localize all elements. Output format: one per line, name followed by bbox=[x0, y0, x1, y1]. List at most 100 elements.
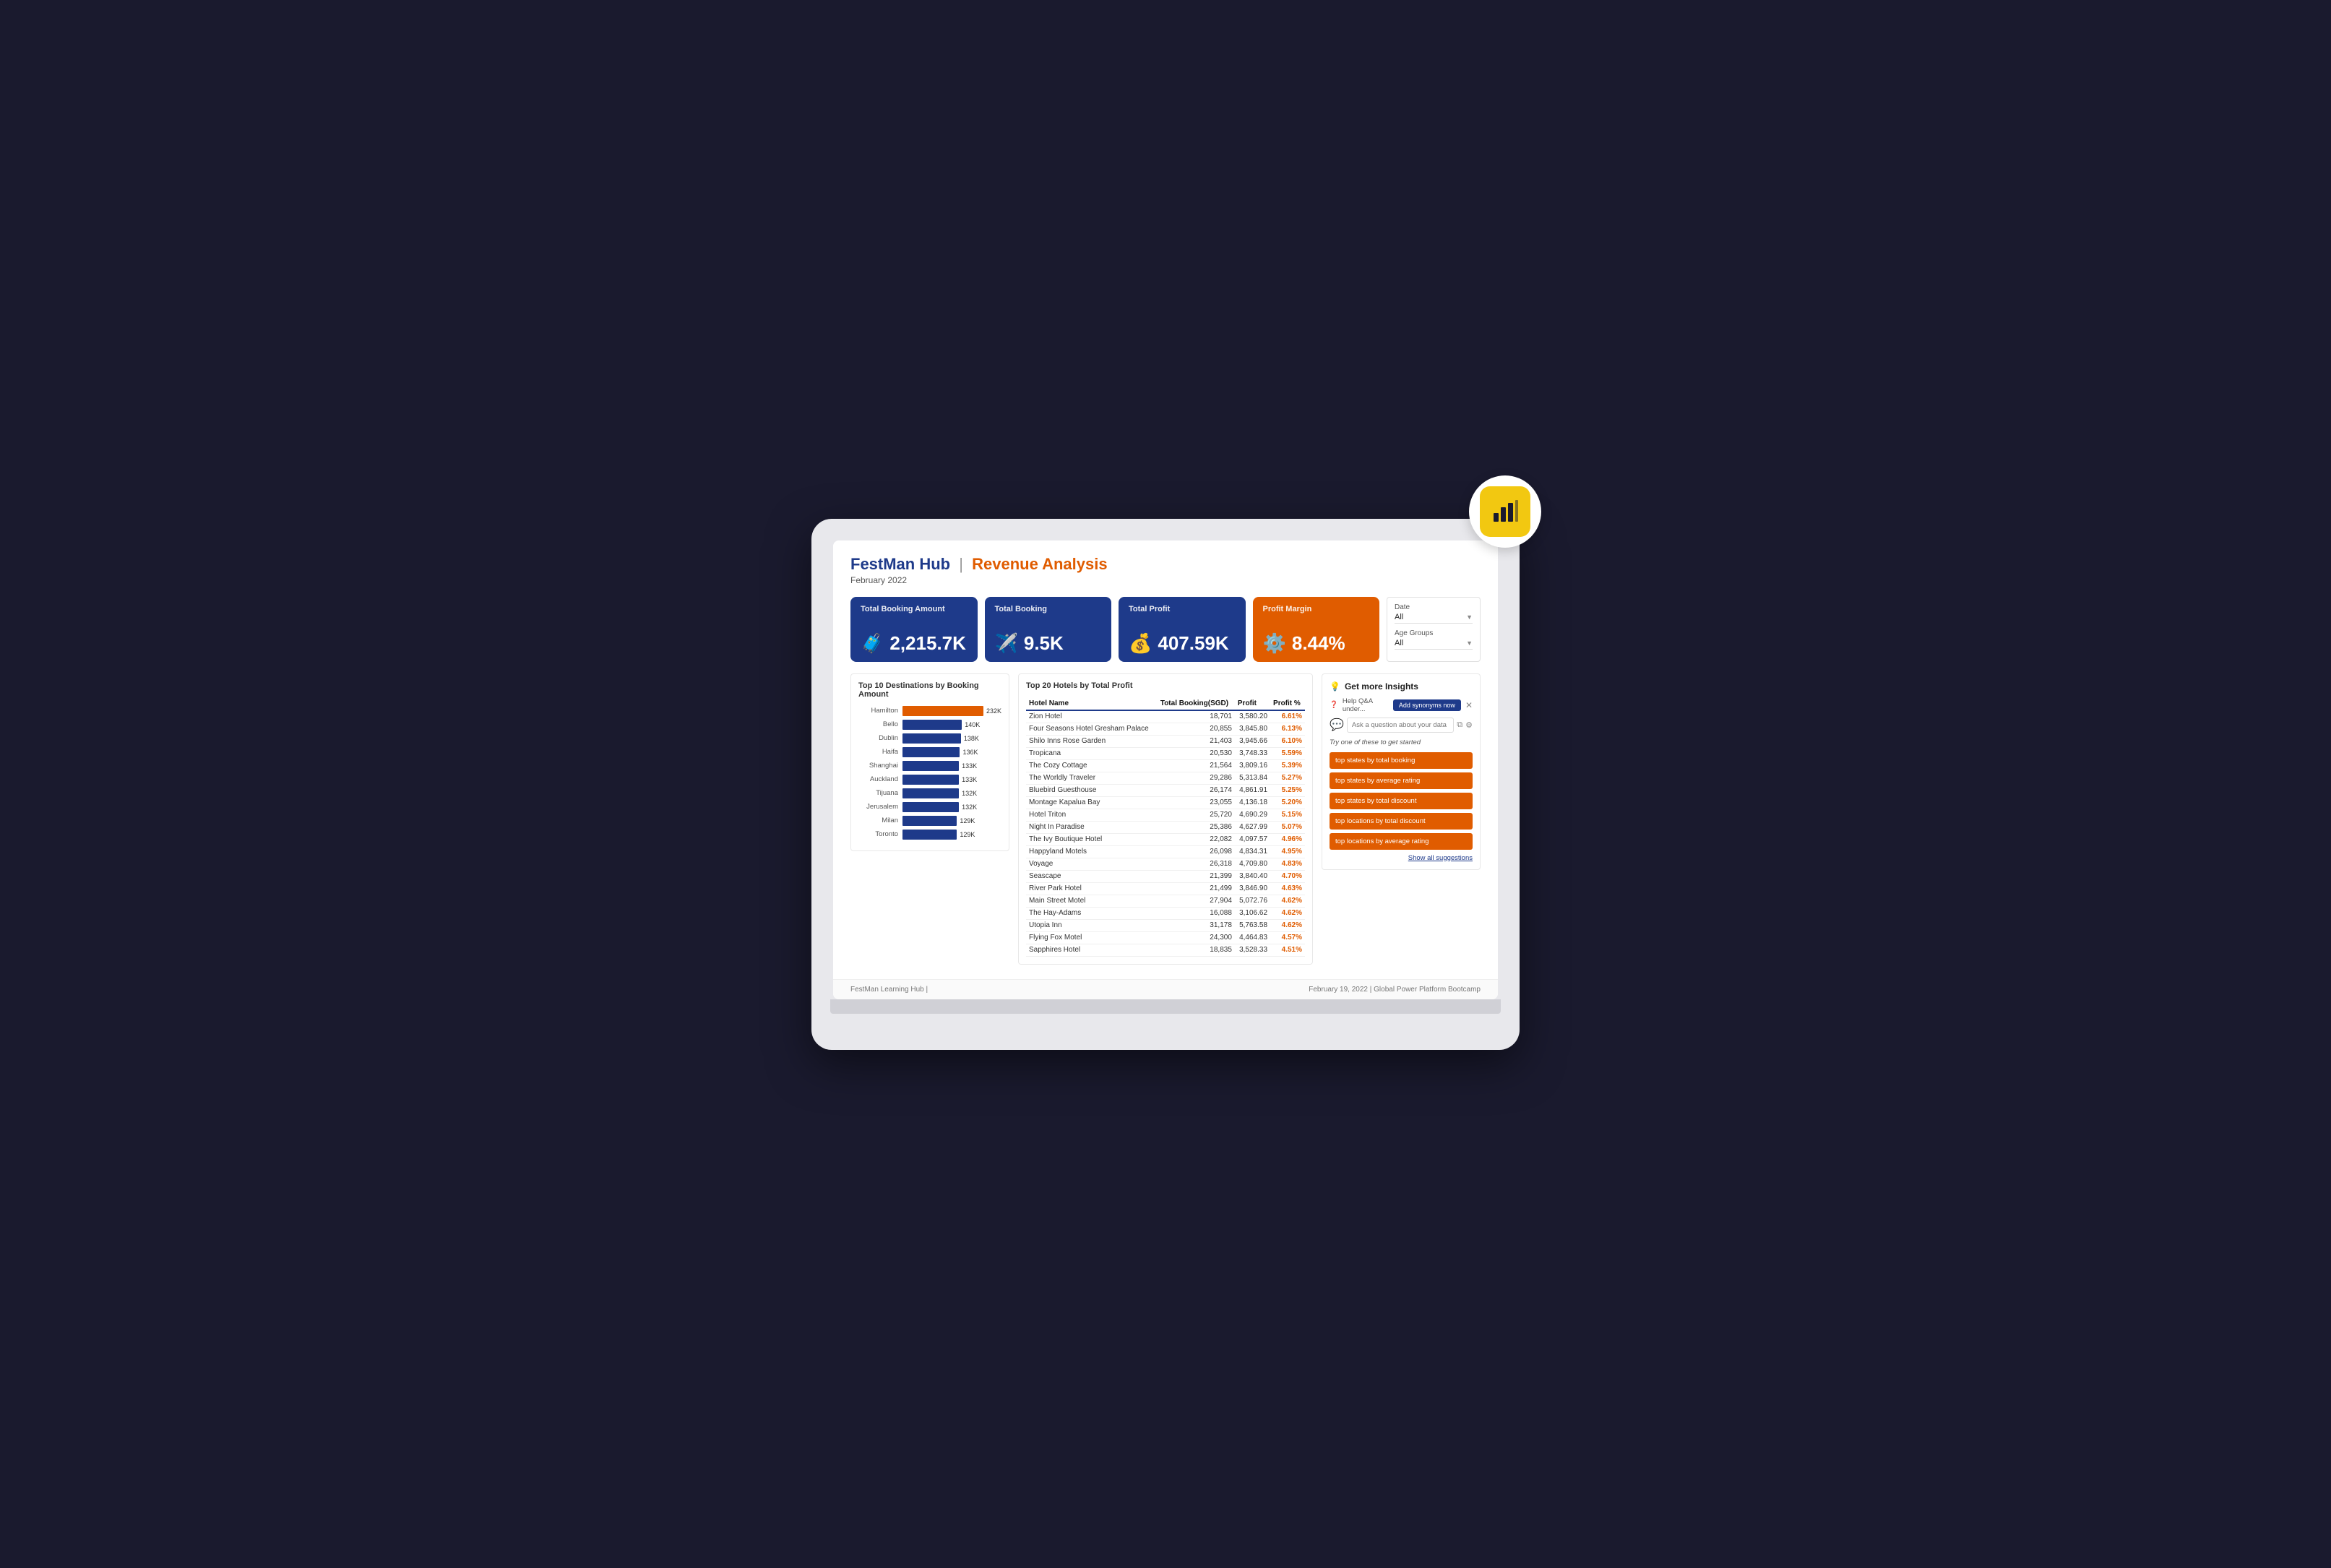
bar-container: 138K bbox=[902, 733, 1001, 744]
hotel-profit-pct: 4.51% bbox=[1270, 944, 1305, 956]
hotel-profit: 3,846.90 bbox=[1235, 882, 1270, 895]
kpi-profit-margin: Profit Margin ⚙️ 8.44% bbox=[1253, 597, 1380, 662]
hotel-profit-pct: 4.57% bbox=[1270, 931, 1305, 944]
close-button[interactable]: ✕ bbox=[1465, 700, 1473, 710]
bar-row: Toronto 129K bbox=[858, 830, 1001, 840]
footer: FestMan Learning Hub | February 19, 2022… bbox=[833, 979, 1498, 999]
chevron-down-icon: ▼ bbox=[1466, 613, 1473, 621]
hotel-profit: 5,313.84 bbox=[1235, 772, 1270, 784]
bar bbox=[902, 706, 983, 716]
kpi-value-0: 🧳 2,215.7K bbox=[861, 632, 968, 655]
qna-text: Help Q&A under... bbox=[1343, 697, 1389, 713]
kpi-total-profit: Total Profit 💰 407.59K bbox=[1119, 597, 1246, 662]
table-title: Top 20 Hotels by Total Profit bbox=[1026, 681, 1305, 690]
bar bbox=[902, 720, 962, 730]
hotel-profit-pct: 5.27% bbox=[1270, 772, 1305, 784]
bar bbox=[902, 830, 957, 840]
power-bi-icon bbox=[1480, 486, 1530, 537]
hotel-name: Main Street Motel bbox=[1026, 895, 1158, 907]
bar-container: 129K bbox=[902, 830, 1001, 840]
bar bbox=[902, 816, 957, 826]
hotel-profit-pct: 4.62% bbox=[1270, 895, 1305, 907]
insight-suggestion-button[interactable]: top locations by total discount bbox=[1330, 813, 1473, 830]
laptop-bottom bbox=[830, 999, 1501, 1014]
bar-value: 136K bbox=[962, 749, 978, 756]
hotel-name: The Hay-Adams bbox=[1026, 907, 1158, 919]
hotel-name: Shilo Inns Rose Garden bbox=[1026, 735, 1158, 747]
filter-date-label: Date bbox=[1395, 603, 1473, 611]
insight-suggestion-button[interactable]: top states by total discount bbox=[1330, 793, 1473, 809]
insight-suggestion-button[interactable]: top states by total booking bbox=[1330, 752, 1473, 769]
hotel-profit-pct: 4.96% bbox=[1270, 833, 1305, 845]
hotel-name: Happyland Motels bbox=[1026, 845, 1158, 858]
hotel-profit: 4,464.83 bbox=[1235, 931, 1270, 944]
bar-container: 133K bbox=[902, 761, 1001, 771]
kpi-label-3: Profit Margin bbox=[1263, 604, 1370, 614]
bar-row: Milan 129K bbox=[858, 816, 1001, 826]
insight-suggestion-button[interactable]: top locations by average rating bbox=[1330, 833, 1473, 850]
bar-value: 138K bbox=[964, 735, 979, 742]
hotel-profit: 3,106.62 bbox=[1235, 907, 1270, 919]
add-synonyms-button[interactable]: Add synonyms now bbox=[1393, 699, 1461, 711]
kpi-value-1: ✈️ 9.5K bbox=[995, 632, 1102, 655]
bar-value: 133K bbox=[962, 762, 977, 770]
col-total-booking: Total Booking(SGD) bbox=[1158, 697, 1235, 710]
bar-label: Haifa bbox=[858, 748, 898, 756]
hotel-booking: 31,178 bbox=[1158, 919, 1235, 931]
kpi-icon-0: 🧳 bbox=[861, 632, 884, 655]
insight-suggestions: top states by total booking top states by… bbox=[1330, 752, 1473, 850]
filter-date-select[interactable]: All ▼ bbox=[1395, 613, 1473, 624]
hotel-booking: 25,386 bbox=[1158, 821, 1235, 833]
bar-label: Bello bbox=[858, 720, 898, 728]
copy-icon[interactable]: ⧉ bbox=[1457, 720, 1462, 730]
hotel-booking: 21,564 bbox=[1158, 759, 1235, 772]
table-row: Night In Paradise 25,386 4,627.99 5.07% bbox=[1026, 821, 1305, 833]
page-title: Revenue Analysis bbox=[972, 555, 1108, 573]
dashboard: FestMan Hub | Revenue Analysis February … bbox=[833, 540, 1498, 979]
ask-input-row: 💬 ⧉ ⚙ bbox=[1330, 718, 1473, 733]
bar-container: 129K bbox=[902, 816, 1001, 826]
hotel-name: Montage Kapalua Bay bbox=[1026, 796, 1158, 809]
table-row: Zion Hotel 18,701 3,580.20 6.61% bbox=[1026, 710, 1305, 723]
hotel-profit-pct: 5.20% bbox=[1270, 796, 1305, 809]
hotel-profit-pct: 6.61% bbox=[1270, 710, 1305, 723]
kpi-icon-1: ✈️ bbox=[995, 632, 1018, 655]
filter-age-select[interactable]: All ▼ bbox=[1395, 639, 1473, 650]
insights-header: 💡 Get more Insights bbox=[1330, 681, 1473, 692]
bulb-icon: 💡 bbox=[1330, 681, 1340, 692]
laptop-screen: FestMan Hub | Revenue Analysis February … bbox=[833, 540, 1498, 999]
header-subtitle: February 2022 bbox=[850, 575, 1481, 585]
bar-row: Dublin 138K bbox=[858, 733, 1001, 744]
bar-chart: Hamilton 232K Bello 140K Dublin 138K Hai… bbox=[858, 706, 1001, 840]
bar-label: Jerusalem bbox=[858, 803, 898, 811]
bar-chart-title: Top 10 Destinations by Booking Amount bbox=[858, 681, 1001, 699]
kpi-icon-3: ⚙️ bbox=[1263, 632, 1286, 655]
kpi-row: Total Booking Amount 🧳 2,215.7K Total Bo… bbox=[850, 597, 1379, 662]
hotel-booking: 26,318 bbox=[1158, 858, 1235, 870]
hotel-booking: 26,098 bbox=[1158, 845, 1235, 858]
qna-row: ❓ Help Q&A under... Add synonyms now ✕ bbox=[1330, 697, 1473, 713]
hotel-name: Voyage bbox=[1026, 858, 1158, 870]
kpi-section: Total Booking Amount 🧳 2,215.7K Total Bo… bbox=[850, 597, 1481, 662]
hotel-booking: 22,082 bbox=[1158, 833, 1235, 845]
hotel-booking: 27,904 bbox=[1158, 895, 1235, 907]
hotel-profit: 4,097.57 bbox=[1235, 833, 1270, 845]
table-row: Tropicana 20,530 3,748.33 5.59% bbox=[1026, 747, 1305, 759]
insight-suggestion-button[interactable]: top states by average rating bbox=[1330, 772, 1473, 789]
show-all-link[interactable]: Show all suggestions bbox=[1330, 854, 1473, 862]
table-row: Sapphires Hotel 18,835 3,528.33 4.51% bbox=[1026, 944, 1305, 956]
hotel-profit: 3,748.33 bbox=[1235, 747, 1270, 759]
settings-icon[interactable]: ⚙ bbox=[1465, 720, 1473, 730]
hotel-profit-pct: 5.15% bbox=[1270, 809, 1305, 821]
hotel-profit: 3,580.20 bbox=[1235, 710, 1270, 723]
ask-icons: ⧉ ⚙ bbox=[1457, 720, 1473, 730]
ask-icon: 💬 bbox=[1330, 718, 1344, 732]
bar-label: Toronto bbox=[858, 830, 898, 838]
hotel-profit: 3,528.33 bbox=[1235, 944, 1270, 956]
hotel-name: The Ivy Boutique Hotel bbox=[1026, 833, 1158, 845]
hotel-booking: 20,855 bbox=[1158, 723, 1235, 735]
filter-age-group: Age Groups All ▼ bbox=[1395, 629, 1473, 650]
bar-label: Tijuana bbox=[858, 789, 898, 797]
filters-panel: Date All ▼ Age Groups All ▼ bbox=[1387, 597, 1481, 662]
ask-input[interactable] bbox=[1347, 718, 1454, 733]
